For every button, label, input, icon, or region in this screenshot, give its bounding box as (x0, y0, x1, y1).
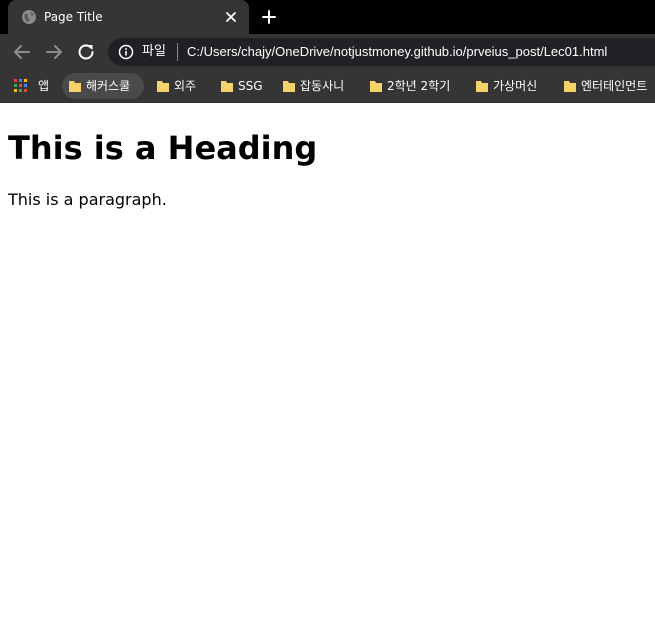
forward-arrow-icon[interactable] (42, 40, 66, 64)
folder-icon (157, 81, 169, 92)
plus-icon[interactable] (259, 7, 279, 27)
browser-chrome: Page Title 파일 C:/Users/chajy/OneDrive/no… (0, 0, 655, 103)
globe-icon (22, 10, 36, 24)
bookmark-folder-5[interactable]: 2학년 2학기 (363, 73, 467, 99)
bookmark-folder-1[interactable]: 해커스쿨 (62, 73, 144, 99)
page-paragraph: This is a paragraph. (8, 190, 167, 209)
reload-icon[interactable] (74, 40, 98, 64)
bookmark-label: 가상머신 (493, 79, 538, 93)
page-content: This is a Heading This is a paragraph. (0, 103, 655, 630)
info-icon[interactable] (118, 44, 134, 60)
toolbar: 파일 C:/Users/chajy/OneDrive/notjustmoney.… (0, 34, 655, 70)
bookmark-label: 2학년 2학기 (387, 79, 451, 93)
bookmark-label: 잡동사니 (300, 79, 345, 93)
folder-icon (564, 81, 576, 92)
bookmark-folder-6[interactable]: 가상머신 (469, 73, 553, 99)
bookmark-label: SSG (238, 79, 263, 93)
url-text[interactable]: C:/Users/chajy/OneDrive/notjustmoney.git… (187, 44, 607, 60)
bookmark-label: 해커스쿨 (86, 79, 131, 93)
folder-icon (69, 81, 81, 92)
apps-grid-icon (14, 79, 27, 92)
folder-icon (283, 81, 295, 92)
tab-strip: Page Title (0, 0, 655, 34)
scheme-label: 파일 (142, 44, 166, 59)
folder-icon (476, 81, 488, 92)
folder-icon (221, 81, 233, 92)
tab-title: Page Title (44, 10, 103, 24)
address-bar[interactable]: 파일 C:/Users/chajy/OneDrive/notjustmoney.… (108, 38, 655, 66)
bookmark-label: 앱 (38, 79, 50, 93)
omnibox-divider (177, 43, 178, 61)
bookmark-folder-3[interactable]: SSG (214, 73, 274, 99)
bookmark-apps[interactable]: 앱 (8, 73, 56, 99)
bookmark-folder-4[interactable]: 잡동사니 (276, 73, 360, 99)
bookmark-folder-2[interactable]: 외주 (150, 73, 210, 99)
close-icon[interactable] (222, 8, 240, 26)
bookmark-folder-7[interactable]: 엔터테인먼트 (557, 73, 655, 99)
bookmarks-bar: 앱 해커스쿨 외주 SSG 잡동사니 2학년 2학기 가상머신 엔터테인먼트 (0, 70, 655, 103)
bookmark-label: 외주 (174, 79, 197, 93)
bookmark-label: 엔터테인먼트 (581, 79, 648, 93)
back-arrow-icon[interactable] (10, 40, 34, 64)
page-heading: This is a Heading (8, 129, 318, 167)
tab-active[interactable]: Page Title (8, 0, 249, 34)
folder-icon (370, 81, 382, 92)
